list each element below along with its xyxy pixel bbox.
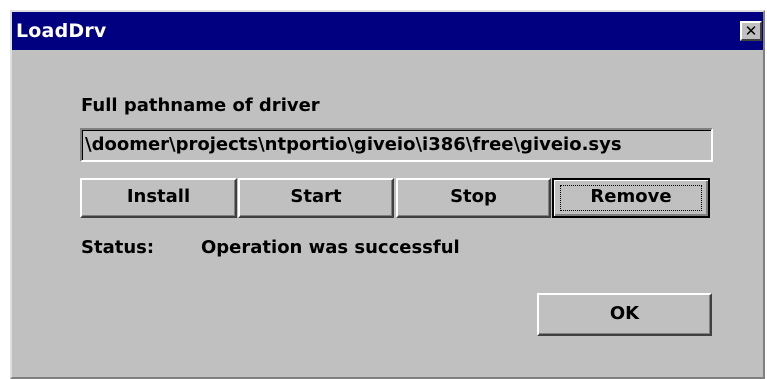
status-label: Status:	[81, 237, 155, 258]
driver-path-label: Full pathname of driver	[81, 95, 320, 116]
window-title: LoadDrv	[16, 20, 107, 42]
start-button[interactable]: Start	[238, 178, 394, 218]
ok-button[interactable]: OK	[537, 293, 712, 336]
close-button[interactable]: ✕	[740, 21, 762, 41]
remove-button[interactable]: Remove	[552, 178, 710, 218]
loaddrv-dialog: LoadDrv ✕ Full pathname of driver \doome…	[10, 10, 765, 379]
status-message: Operation was successful	[201, 237, 460, 258]
stop-button[interactable]: Stop	[396, 178, 551, 218]
driver-path-input[interactable]: \doomer\projects\ntportio\giveio\i386\fr…	[80, 128, 713, 162]
close-icon: ✕	[744, 22, 758, 40]
title-bar[interactable]: LoadDrv ✕	[12, 12, 763, 50]
remove-button-label: Remove	[590, 186, 672, 207]
install-button[interactable]: Install	[80, 178, 237, 218]
